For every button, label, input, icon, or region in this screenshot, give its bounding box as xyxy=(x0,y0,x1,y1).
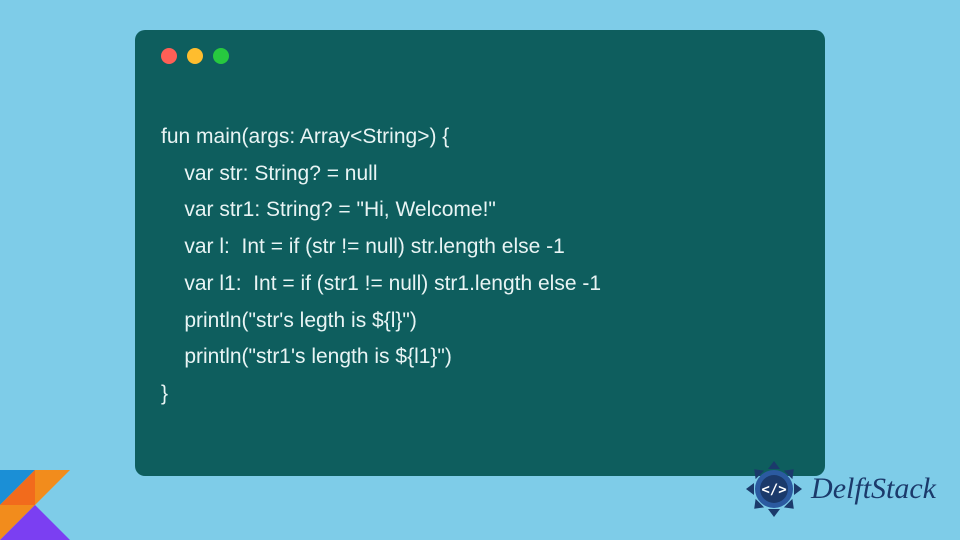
brand-name: DelftStack xyxy=(811,472,936,506)
maximize-icon xyxy=(213,48,229,64)
svg-text:</>: </> xyxy=(761,482,786,498)
code-line: var str1: String? = "Hi, Welcome!" xyxy=(161,198,496,221)
minimize-icon xyxy=(187,48,203,64)
code-line: var l: Int = if (str != null) str.length… xyxy=(161,235,565,258)
code-line: var str: String? = null xyxy=(161,162,378,185)
code-line: println("str's legth is ${l}") xyxy=(161,309,417,332)
code-block: fun main(args: Array<String>) { var str:… xyxy=(161,82,799,450)
code-line: println("str1's length is ${l1}") xyxy=(161,345,452,368)
code-line: } xyxy=(161,382,168,405)
kotlin-logo-icon xyxy=(0,470,70,540)
window-controls xyxy=(161,48,799,64)
close-icon xyxy=(161,48,177,64)
brand-gear-icon: </> xyxy=(745,460,803,518)
code-line: var l1: Int = if (str1 != null) str1.len… xyxy=(161,272,601,295)
code-window: fun main(args: Array<String>) { var str:… xyxy=(135,30,825,476)
code-line: fun main(args: Array<String>) { xyxy=(161,125,449,148)
brand: </> DelftStack xyxy=(745,460,936,518)
